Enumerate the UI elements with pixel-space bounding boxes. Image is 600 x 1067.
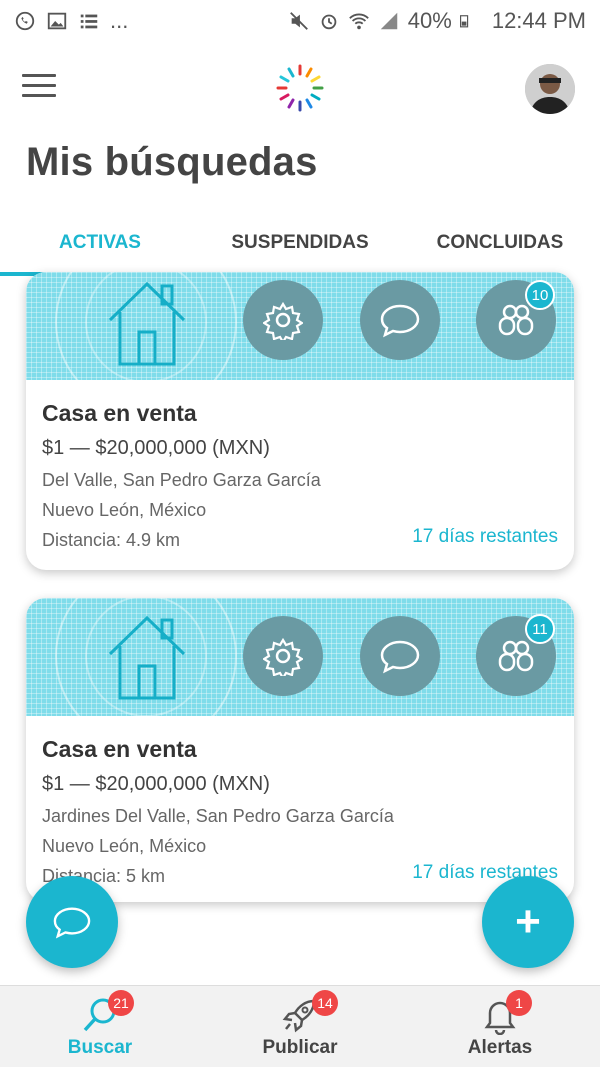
tab-concluidas[interactable]: CONCLUIDAS bbox=[400, 208, 600, 278]
tab-suspendidas[interactable]: SUSPENDIDAS bbox=[200, 208, 400, 278]
gear-icon bbox=[263, 637, 303, 676]
add-search-fab[interactable]: + bbox=[482, 876, 574, 968]
card-title: Casa en venta bbox=[42, 400, 197, 426]
chat-button[interactable] bbox=[360, 280, 440, 360]
search-card[interactable]: 10 Casa en venta $1 — $20,000,000 (MXN) … bbox=[26, 272, 574, 570]
house-icon bbox=[108, 281, 186, 366]
nav-buscar[interactable]: 21 Buscar bbox=[0, 986, 200, 1067]
card-location-1: Del Valle, San Pedro Garza García bbox=[42, 470, 321, 490]
mute-icon bbox=[289, 12, 308, 30]
app-logo bbox=[276, 64, 324, 112]
settings-button[interactable] bbox=[243, 616, 323, 696]
card-body: Casa en venta $1 — $20,000,000 (MXN) Jar… bbox=[26, 716, 574, 902]
chat-button[interactable] bbox=[360, 616, 440, 696]
gear-icon bbox=[263, 301, 303, 340]
page-title: Mis búsquedas bbox=[26, 140, 318, 184]
menu-icon[interactable] bbox=[22, 74, 56, 100]
alarm-icon bbox=[321, 14, 337, 30]
nav-alertas[interactable]: 1 Alertas bbox=[400, 986, 600, 1067]
clock: 12:44 PM bbox=[491, 8, 586, 33]
status-bar: ... 40% 12:44 PM bbox=[0, 0, 600, 42]
card-title: Casa en venta bbox=[42, 736, 197, 762]
card-location-1: Jardines Del Valle, San Pedro Garza Garc… bbox=[42, 806, 394, 826]
tab-bar: ACTIVAS SUSPENDIDAS CONCLUIDAS bbox=[0, 208, 600, 278]
nav-badge: 1 bbox=[506, 990, 532, 1016]
wifi-icon bbox=[348, 13, 369, 30]
tab-activas[interactable]: ACTIVAS bbox=[0, 208, 200, 278]
plus-icon: + bbox=[515, 897, 541, 946]
settings-button[interactable] bbox=[243, 280, 323, 360]
card-price: $1 — $20,000,000 (MXN) bbox=[42, 773, 270, 795]
house-icon bbox=[108, 615, 186, 700]
nav-label: Publicar bbox=[262, 1037, 338, 1058]
chat-bubble-icon bbox=[380, 640, 420, 674]
card-body: Casa en venta $1 — $20,000,000 (MXN) Del… bbox=[26, 380, 574, 569]
battery-icon bbox=[459, 15, 468, 28]
chat-bubble-icon bbox=[53, 907, 91, 939]
notification-overflow: ... bbox=[110, 8, 129, 33]
nav-badge: 21 bbox=[108, 990, 134, 1016]
app-bar bbox=[0, 42, 600, 134]
whatsapp-icon bbox=[15, 11, 35, 31]
nav-label: Buscar bbox=[67, 1037, 133, 1058]
list-icon bbox=[80, 14, 98, 29]
card-banner: 10 bbox=[26, 272, 574, 380]
card-location-2: Nuevo León, México bbox=[42, 500, 207, 520]
user-photo bbox=[525, 64, 575, 114]
avatar[interactable] bbox=[525, 64, 575, 114]
card-location-2: Nuevo León, México bbox=[42, 836, 207, 856]
matches-badge: 11 bbox=[525, 614, 555, 644]
card-days-left: 17 días restantes bbox=[412, 526, 558, 547]
card-banner: 11 bbox=[26, 598, 574, 716]
nav-badge: 14 bbox=[312, 990, 338, 1016]
nav-label: Alertas bbox=[467, 1037, 533, 1058]
battery-percent: 40% bbox=[407, 8, 452, 33]
chat-bubble-icon bbox=[380, 304, 420, 338]
nav-publicar[interactable]: 14 Publicar bbox=[200, 986, 400, 1067]
matches-badge: 10 bbox=[525, 280, 555, 310]
search-card[interactable]: 11 Casa en venta $1 — $20,000,000 (MXN) … bbox=[26, 598, 574, 902]
card-price: $1 — $20,000,000 (MXN) bbox=[42, 437, 270, 459]
signal-icon bbox=[380, 12, 398, 30]
people-icon bbox=[498, 640, 534, 672]
bottom-nav: 21 Buscar 14 Publicar 1 Alertas bbox=[0, 985, 600, 1067]
chat-fab[interactable] bbox=[26, 876, 118, 968]
image-icon bbox=[47, 12, 67, 30]
